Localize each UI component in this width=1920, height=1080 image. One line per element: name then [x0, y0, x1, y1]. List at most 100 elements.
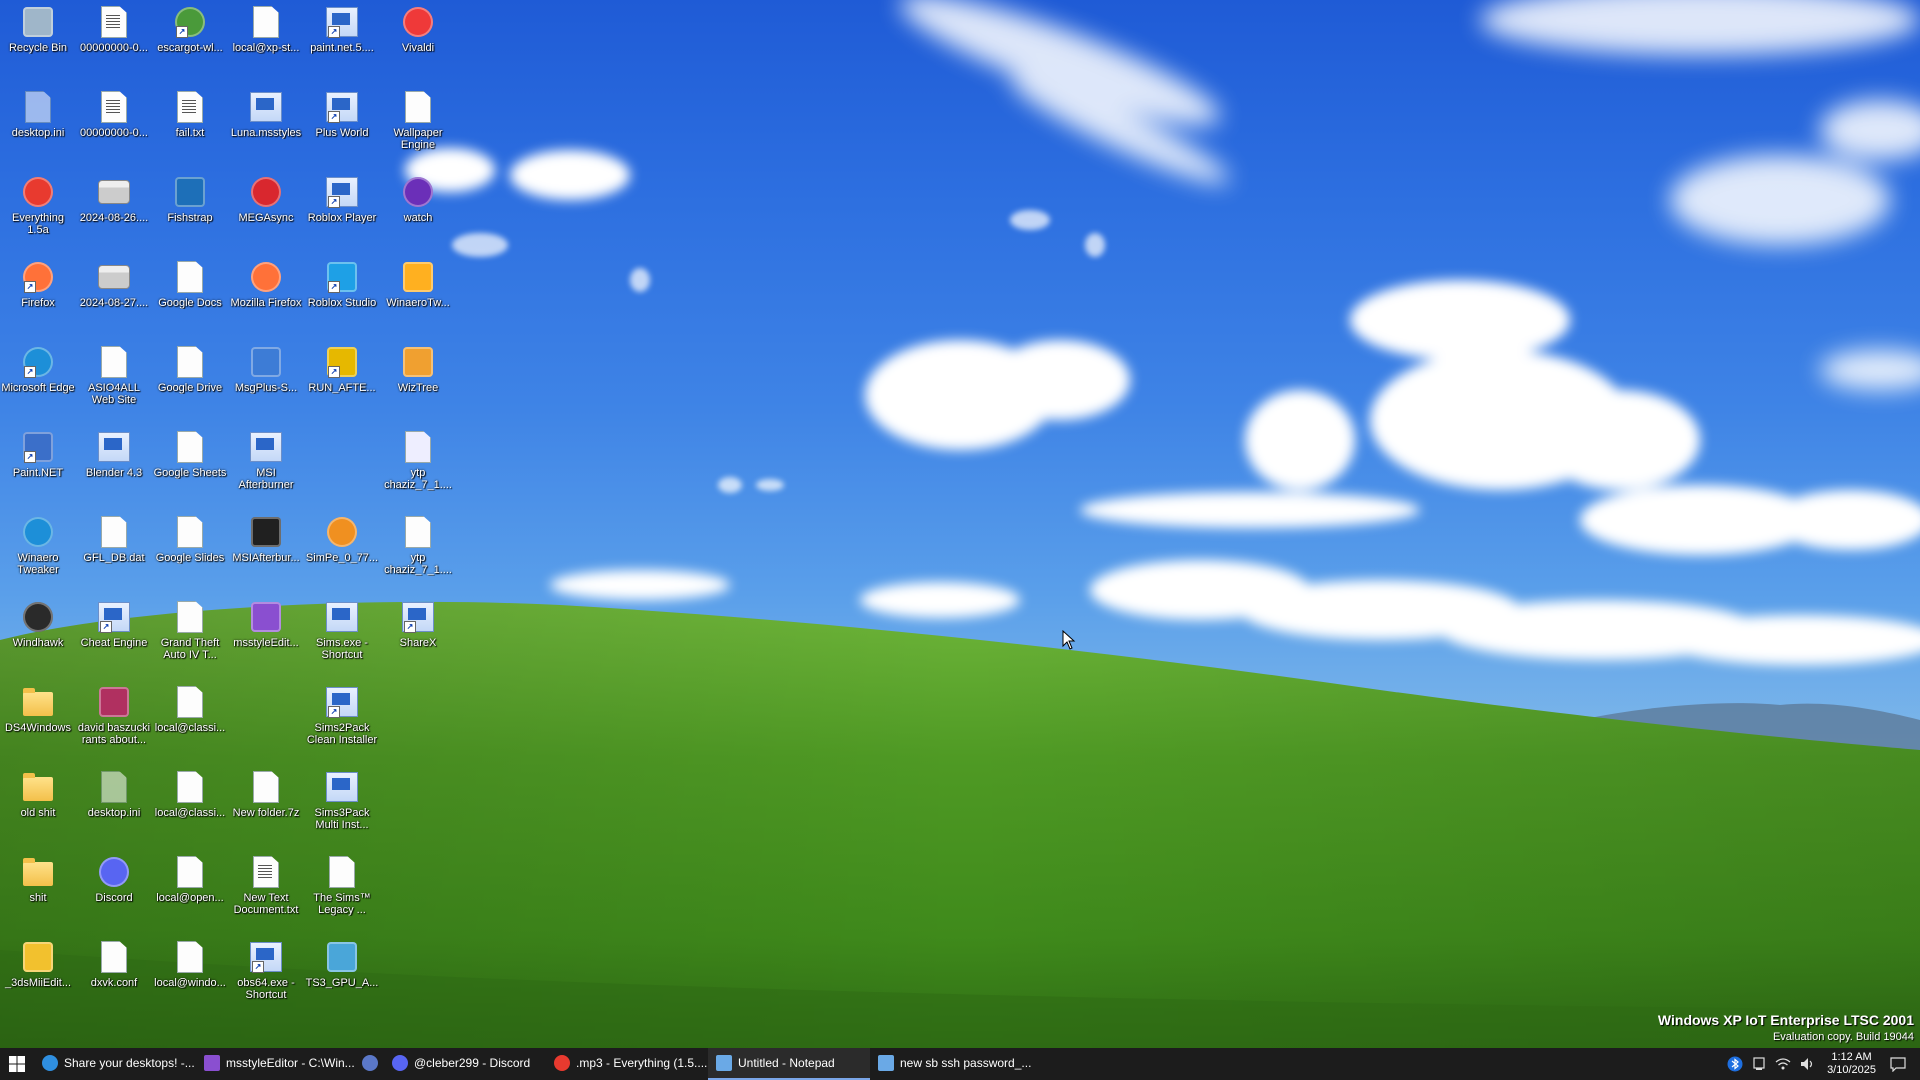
taskbar: Share your desktops! -... msstyleEditor -… — [0, 1048, 1920, 1080]
desktop-icon[interactable]: Fishstrap — [152, 170, 228, 254]
desktop-icon-label: WinaeroTw... — [386, 297, 450, 309]
desktop-icon[interactable]: New Text Document.txt — [228, 850, 304, 934]
desktop-icon[interactable]: MsgPlus-S... — [228, 340, 304, 424]
wiztree-icon — [402, 346, 434, 378]
desktop-icon[interactable]: Sims.exe - Shortcut — [304, 595, 380, 679]
shortcut-arrow-icon: ↗ — [328, 196, 340, 208]
desktop-icon[interactable]: WinaeroTw... — [380, 255, 456, 339]
taskbar-button[interactable]: new sb ssh password_.... — [870, 1048, 1032, 1080]
taskbar-button[interactable]: .mp3 - Everything (1.5.... — [546, 1048, 708, 1080]
desktop-icon[interactable]: Luna.msstyles — [228, 85, 304, 169]
desktop-icon-grid: Recycle Bin 00000000-0... ↗ escargot-wl... l… — [0, 0, 460, 1048]
desktop-icon[interactable]: Vivaldi — [380, 0, 456, 84]
desktop-icon[interactable]: Wallpaper Engine — [380, 85, 456, 169]
taskbar-button[interactable]: @cleber299 - Discord — [384, 1048, 546, 1080]
blank-file-icon — [98, 516, 130, 548]
desktop-icon-label: Microsoft Edge — [1, 382, 75, 394]
desktop-icon[interactable]: local@classi... — [152, 680, 228, 764]
desktop-icon-label: The Sims™ Legacy ... — [313, 892, 371, 916]
shortcut-arrow-icon: ↗ — [24, 366, 36, 378]
desktop-icon[interactable]: Discord — [76, 850, 152, 934]
desktop-icon[interactable]: MSIAfterbur... — [228, 510, 304, 594]
desktop-icon[interactable]: The Sims™ Legacy ... — [304, 850, 380, 934]
desktop-icon[interactable]: ↗ escargot-wl... — [152, 0, 228, 84]
desktop-icon[interactable]: Recycle Bin — [0, 0, 76, 84]
shortcut-arrow-icon: ↗ — [24, 281, 36, 293]
desktop-icon[interactable]: 00000000-0... — [76, 85, 152, 169]
desktop-icon[interactable]: msstyleEdit... — [228, 595, 304, 679]
desktop-icon[interactable]: ↗ obs64.exe - Shortcut — [228, 935, 304, 1019]
desktop-icon[interactable]: Google Slides — [152, 510, 228, 594]
desktop-icon[interactable]: ↗ paint.net.5.... — [304, 0, 380, 84]
taskbar-button[interactable]: Share your desktops! -... — [34, 1048, 196, 1080]
taskbar-button[interactable]: msstyleEditor - C:\Win... — [196, 1048, 354, 1080]
taskbar-button[interactable] — [354, 1048, 384, 1080]
desktop-icon[interactable]: _3dsMiiEdit... — [0, 935, 76, 1019]
text-file-icon — [98, 91, 130, 123]
bluetooth-icon[interactable] — [1727, 1056, 1743, 1072]
desktop-icon[interactable]: david baszucki rants about... — [76, 680, 152, 764]
desktop-icon-label: ShareX — [399, 637, 437, 649]
blank-file-icon — [174, 261, 206, 293]
desktop-icon[interactable]: local@classi... — [152, 765, 228, 849]
desktop-icon[interactable]: local@open... — [152, 850, 228, 934]
desktop-icon[interactable]: Windhawk — [0, 595, 76, 679]
desktop-icon[interactable]: 2024-08-27.... — [76, 255, 152, 339]
desktop-icon[interactable]: ↗ Cheat Engine — [76, 595, 152, 679]
desktop-icon[interactable]: Blender 4.3 — [76, 425, 152, 509]
desktop-icon[interactable]: ↗ RUN_AFTE... — [304, 340, 380, 424]
desktop-icon[interactable]: ↗ Roblox Studio — [304, 255, 380, 339]
desktop-icon[interactable]: Winaero Tweaker — [0, 510, 76, 594]
taskbar-buttons: Share your desktops! -... msstyleEditor -… — [34, 1048, 1032, 1080]
desktop-icon[interactable]: DS4Windows — [0, 680, 76, 764]
desktop-icon[interactable]: Google Docs — [152, 255, 228, 339]
msi-afterburner-icon — [250, 516, 282, 548]
desktop-icon[interactable]: New folder.7z — [228, 765, 304, 849]
start-button[interactable] — [0, 1048, 34, 1080]
taskbar-button[interactable]: Untitled - Notepad — [708, 1048, 870, 1080]
desktop-icon[interactable]: MEGAsync — [228, 170, 304, 254]
notification-icon[interactable] — [1890, 1056, 1906, 1072]
desktop-icon[interactable]: MSI Afterburner — [228, 425, 304, 509]
desktop-icon[interactable]: TS3_GPU_A... — [304, 935, 380, 1019]
network-icon[interactable] — [1775, 1056, 1791, 1072]
desktop-icon-label: escargot-wl... — [157, 42, 223, 54]
desktop-icon[interactable]: GFL_DB.dat — [76, 510, 152, 594]
desktop-icon[interactable]: Google Drive — [152, 340, 228, 424]
desktop-icon[interactable]: 00000000-0... — [76, 0, 152, 84]
desktop-icon[interactable]: shit — [0, 850, 76, 934]
desktop-icon[interactable]: local@xp-st... — [228, 0, 304, 84]
audio-file-icon — [402, 431, 434, 463]
desktop-icon[interactable]: ↗ Firefox — [0, 255, 76, 339]
desktop-icon[interactable]: watch — [380, 170, 456, 254]
desktop-icon[interactable]: desktop.ini — [0, 85, 76, 169]
desktop-icon[interactable]: ↗ Microsoft Edge — [0, 340, 76, 424]
desktop-icon[interactable]: ASIO4ALL Web Site — [76, 340, 152, 424]
taskbar-clock[interactable]: 1:12 AM 3/10/2025 — [1827, 1051, 1876, 1077]
desktop-icon[interactable]: Mozilla Firefox — [228, 255, 304, 339]
desktop-icon[interactable]: ytp chaziz_7_1.... — [380, 425, 456, 509]
desktop-icon[interactable]: SimPe_0_77... — [304, 510, 380, 594]
desktop-icon[interactable]: WizTree — [380, 340, 456, 424]
desktop-icon[interactable]: fail.txt — [152, 85, 228, 169]
desktop-icon[interactable]: dxvk.conf — [76, 935, 152, 1019]
desktop-icon[interactable]: Google Sheets — [152, 425, 228, 509]
desktop-icon[interactable]: ↗ Roblox Player — [304, 170, 380, 254]
desktop-icon[interactable]: Everything 1.5a — [0, 170, 76, 254]
desktop-icon-label: fail.txt — [175, 127, 205, 139]
desktop-icon[interactable]: ↗ Paint.NET — [0, 425, 76, 509]
desktop-icon[interactable]: ↗ Sims2Pack Clean Installer — [304, 680, 380, 764]
desktop-icon[interactable]: desktop.ini — [76, 765, 152, 849]
desktop-icon[interactable]: ↗ Plus World — [304, 85, 380, 169]
desktop-icon-label: local@windo... — [154, 977, 226, 989]
desktop-icon[interactable]: ytp chaziz_7_1.... — [380, 510, 456, 594]
device-icon[interactable] — [1751, 1056, 1767, 1072]
desktop-icon[interactable]: Grand Theft Auto IV T... — [152, 595, 228, 679]
volume-icon[interactable] — [1799, 1056, 1815, 1072]
desktop-icon[interactable]: local@windo... — [152, 935, 228, 1019]
desktop-icon[interactable]: old shit — [0, 765, 76, 849]
desktop-icon[interactable]: Sims3Pack Multi Inst... — [304, 765, 380, 849]
settings-file-icon — [98, 771, 130, 803]
desktop-icon[interactable]: 2024-08-26.... — [76, 170, 152, 254]
desktop-icon[interactable]: ↗ ShareX — [380, 595, 456, 679]
